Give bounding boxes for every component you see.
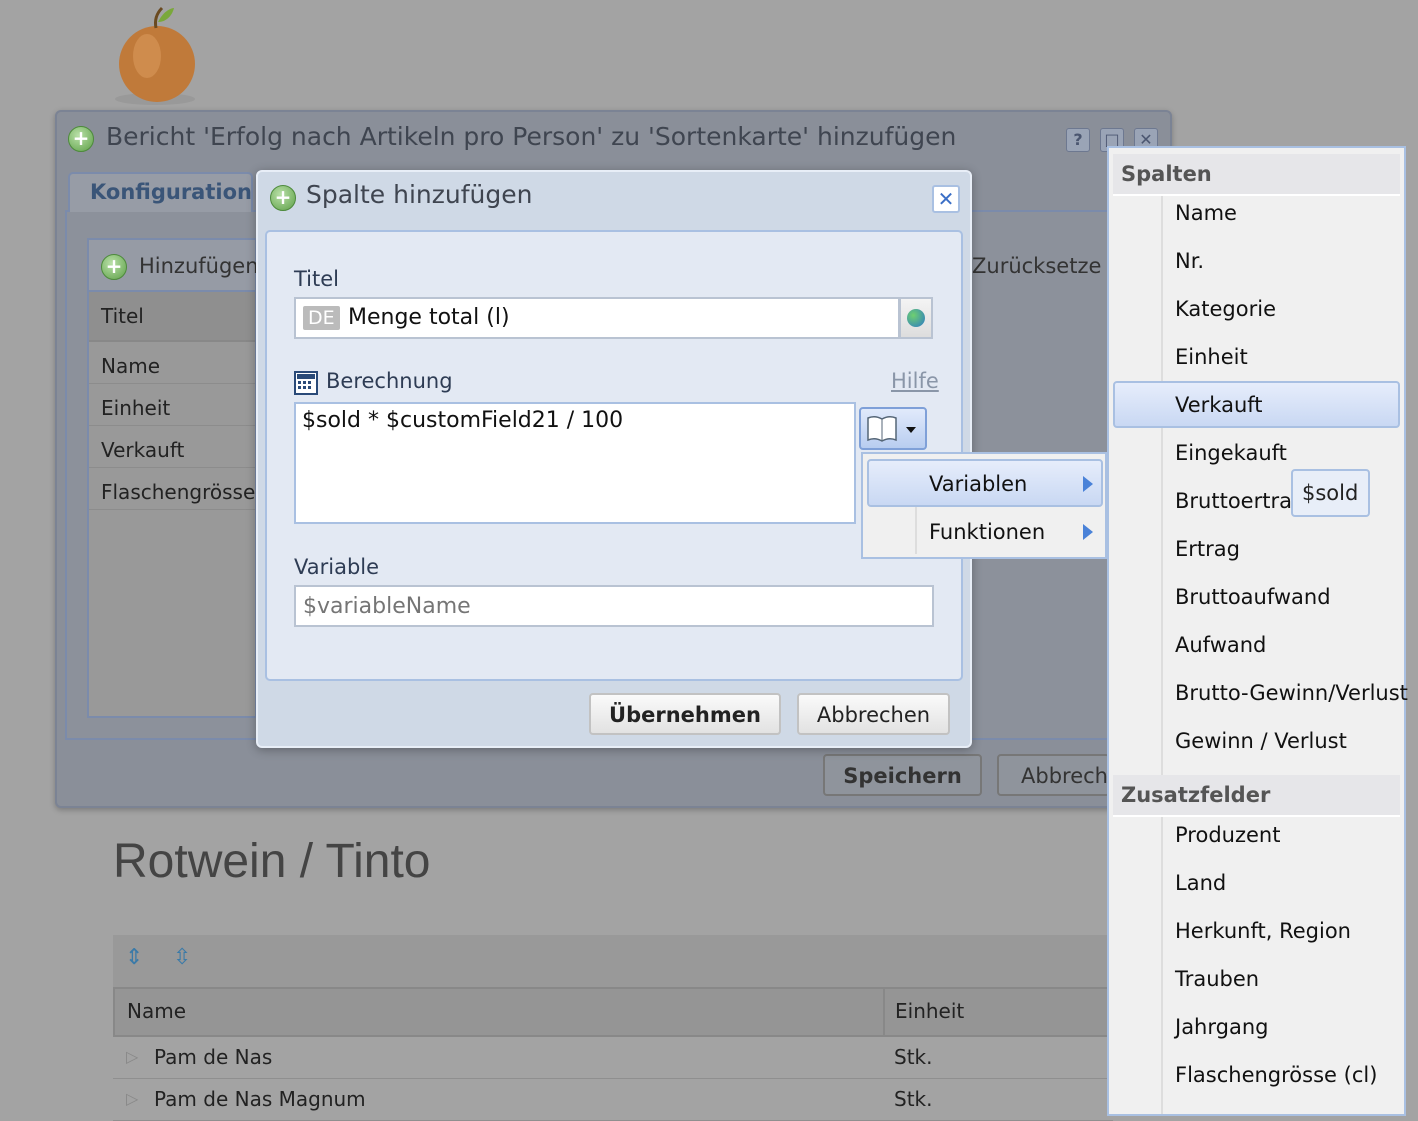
columns-grid: + Hinzufügen Titel Name Einheit Verkauft Fl… <box>87 238 257 718</box>
globe-icon <box>907 309 925 327</box>
page-title: Rotwein / Tinto <box>113 834 430 889</box>
add-column-button[interactable]: Hinzufügen <box>139 254 259 278</box>
cell-unit: Stk. <box>894 1045 932 1069</box>
cancel-button[interactable]: Abbreche <box>997 754 1110 796</box>
insert-menu-button[interactable] <box>859 407 927 450</box>
variable-label: Variable <box>294 555 379 579</box>
column-header-name[interactable]: Name <box>127 999 186 1023</box>
cell-unit: Stk. <box>894 1087 932 1111</box>
close-dialog-button[interactable]: ✕ <box>932 185 960 213</box>
grid-row-label: Name <box>101 354 160 378</box>
menu-item-column[interactable]: Verkauft <box>1175 393 1263 417</box>
product-grid-toolbar: ⇕ ⇳ <box>113 935 1113 987</box>
menu-item-column[interactable]: Einheit <box>1175 345 1248 369</box>
variable-input[interactable] <box>294 585 934 627</box>
menu-item-label: Variablen <box>929 472 1027 496</box>
product-grid-header: Name Einheit <box>113 987 1113 1037</box>
book-icon <box>866 415 898 443</box>
dialog-title: Spalte hinzufügen <box>306 180 532 209</box>
menu-item-column[interactable]: Kategorie <box>1175 297 1276 321</box>
collapse-all-icon[interactable]: ⇳ <box>173 945 191 970</box>
title-value: Menge total (l) <box>348 305 510 330</box>
menu-item-column[interactable]: Brutto-Gewinn/Verlust <box>1175 681 1408 705</box>
add-icon: + <box>101 254 127 280</box>
expand-all-icon[interactable]: ⇕ <box>125 945 143 970</box>
menu-item-custom-field[interactable]: Flaschengrösse (cl) <box>1175 1063 1377 1087</box>
menu-item-custom-field[interactable]: Produzent <box>1175 823 1280 847</box>
expand-row-icon[interactable]: ▷ <box>126 1047 138 1066</box>
formula-textarea[interactable]: $sold * $customField21 / 100 <box>294 402 856 524</box>
menu-item-column[interactable]: Gewinn / Verlust <box>1175 729 1347 753</box>
grid-header-title: Titel <box>101 304 144 328</box>
apple-logo <box>112 6 198 106</box>
title-input[interactable]: DE Menge total (l) <box>294 297 900 339</box>
apply-button[interactable]: Übernehmen <box>589 693 781 735</box>
cell-name: Pam de Nas Magnum <box>154 1087 366 1111</box>
cell-name: Pam de Nas <box>154 1045 272 1069</box>
menu-item-column[interactable]: Nr. <box>1175 249 1204 273</box>
menu-item-column[interactable]: Bruttoaufwand <box>1175 585 1331 609</box>
calculator-icon <box>294 371 318 395</box>
grid-row-label: Verkauft <box>101 438 184 462</box>
menu-item-custom-field[interactable]: Land <box>1175 871 1226 895</box>
grid-row-label: Einheit <box>101 396 170 420</box>
dialog-cancel-button[interactable]: Abbrechen <box>797 693 950 735</box>
menu-item-custom-field[interactable]: Herkunft, Region <box>1175 919 1351 943</box>
tab-konfiguration[interactable]: Konfiguration <box>68 172 253 212</box>
menu-item-column[interactable]: Ertrag <box>1175 537 1240 561</box>
menu-item-custom-field[interactable]: Jahrgang <box>1175 1015 1268 1039</box>
menu-item-custom-field[interactable]: Trauben <box>1175 967 1259 991</box>
add-icon: + <box>68 126 94 152</box>
menu-item-column[interactable]: Aufwand <box>1175 633 1266 657</box>
help-button[interactable]: ? <box>1066 128 1090 152</box>
language-badge: DE <box>303 306 340 330</box>
section-header-spalten: Spalten <box>1113 154 1400 196</box>
chevron-down-icon <box>906 427 916 433</box>
reset-button[interactable]: Zurücksetze <box>972 254 1101 278</box>
add-icon: + <box>270 185 296 211</box>
expand-row-icon[interactable]: ▷ <box>126 1089 138 1108</box>
menu-item-column[interactable]: Name <box>1175 201 1237 225</box>
section-header-zusatzfelder: Zusatzfelder <box>1113 775 1400 817</box>
menu-item-column[interactable]: Bruttoertrag <box>1175 489 1305 513</box>
help-link[interactable]: Hilfe <box>891 369 939 393</box>
grid-row-label: Flaschengrösse <box>101 480 255 504</box>
window-title: Bericht 'Erfolg nach Artikeln pro Person… <box>106 122 956 151</box>
insert-menu: Variablen Funktionen <box>861 452 1107 559</box>
title-label: Titel <box>294 267 339 291</box>
variables-submenu: Spalten Name Nr. Kategorie Einheit Verkauft Ei… <box>1107 146 1406 1116</box>
submenu-arrow-icon <box>1083 524 1093 540</box>
variable-tooltip: $sold <box>1291 469 1370 517</box>
calculation-label: Berechnung <box>326 369 453 393</box>
menu-item-funktionen[interactable]: Funktionen <box>929 520 1045 544</box>
translate-button[interactable] <box>899 297 933 339</box>
menu-item-column[interactable]: Eingekauft <box>1175 441 1287 465</box>
submenu-arrow-icon <box>1083 476 1093 492</box>
save-button[interactable]: Speichern <box>823 754 982 796</box>
column-header-einheit[interactable]: Einheit <box>895 999 964 1023</box>
